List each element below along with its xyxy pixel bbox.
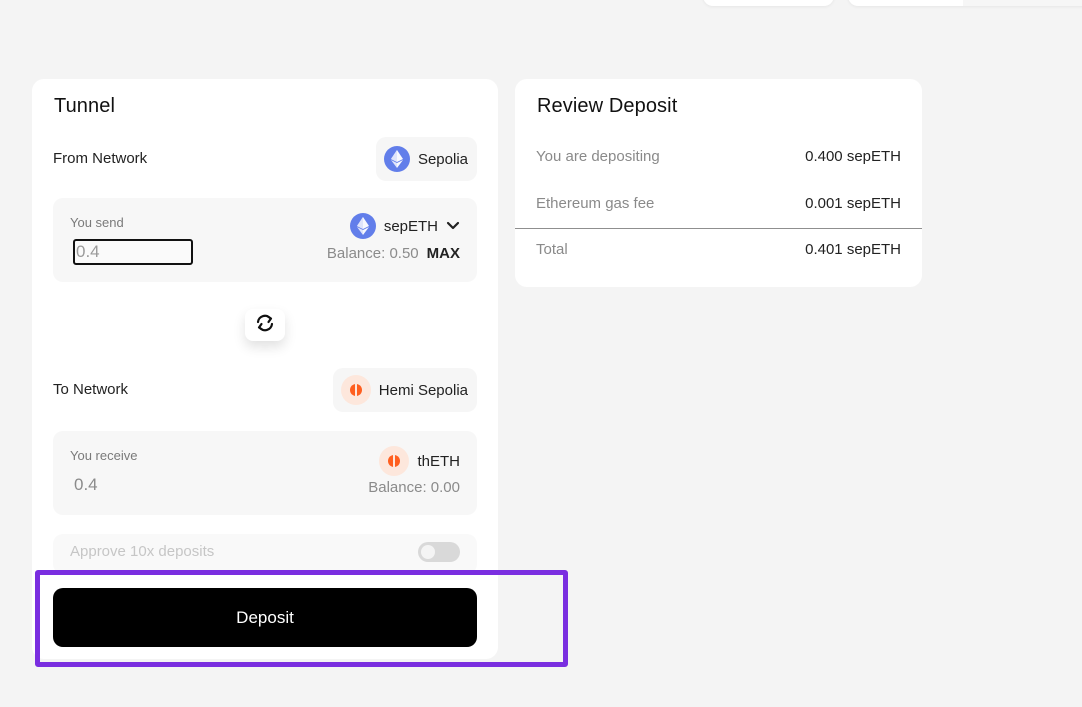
top-nav-pill-secondary[interactable]	[848, 0, 1082, 6]
from-network-name: Sepolia	[417, 150, 468, 168]
review-row-value: 0.001 sepETH	[805, 195, 901, 212]
receive-token-name: thETH	[417, 452, 460, 470]
approve-deposits-toggle[interactable]	[418, 542, 460, 562]
review-row-gas-fee: Ethereum gas fee 0.001 sepETH	[536, 195, 901, 212]
max-button[interactable]: MAX	[427, 245, 460, 262]
review-row-label: Ethereum gas fee	[536, 195, 655, 212]
send-balance: Balance: 0.50	[326, 245, 419, 262]
tunnel-card: Tunnel From Network Sepolia You send 0.4…	[32, 79, 498, 659]
review-row-depositing: You are depositing 0.400 sepETH	[536, 148, 901, 165]
swap-networks-button[interactable]	[245, 309, 285, 341]
receive-balance: Balance: 0.00	[368, 479, 460, 496]
tunnel-title: Tunnel	[54, 95, 116, 117]
review-row-label: Total	[536, 241, 568, 258]
receive-box: You receive 0.4 thETH Balance: 0.00	[53, 431, 477, 515]
top-nav-pill[interactable]	[703, 0, 834, 6]
review-row-value: 0.400 sepETH	[805, 148, 901, 165]
page: Tunnel From Network Sepolia You send 0.4…	[0, 0, 1082, 707]
review-row-value: 0.401 sepETH	[805, 241, 901, 258]
review-row-total: Total 0.401 sepETH	[536, 241, 901, 258]
from-network-label: From Network	[53, 150, 148, 167]
to-network-selector[interactable]: Hemi Sepolia	[332, 368, 477, 412]
hemi-icon	[379, 446, 410, 476]
hemi-icon	[340, 375, 371, 405]
review-title: Review Deposit	[537, 95, 678, 117]
ethereum-icon	[383, 146, 410, 172]
send-amount-input[interactable]	[73, 239, 193, 265]
receive-amount: 0.4	[74, 475, 98, 494]
approve-deposits-row: Approve 10x deposits	[53, 534, 477, 574]
from-network-selector[interactable]: Sepolia	[375, 137, 477, 181]
to-network-label: To Network	[53, 381, 129, 398]
review-row-label: You are depositing	[536, 148, 660, 165]
send-label: You send	[70, 215, 124, 230]
deposit-button[interactable]: Deposit	[53, 588, 477, 647]
send-token-selector[interactable]: sepETH	[349, 213, 460, 239]
ethereum-icon	[349, 213, 376, 239]
approve-deposits-label: Approve 10x deposits	[70, 543, 215, 560]
to-network-name: Hemi Sepolia	[378, 381, 468, 399]
receive-token: thETH	[379, 446, 460, 476]
divider	[515, 228, 922, 229]
swap-arrows-icon	[254, 313, 276, 338]
send-token-name: sepETH	[383, 217, 438, 235]
send-balance-row: Balance: 0.50 MAX	[327, 245, 460, 262]
receive-label: You receive	[70, 448, 138, 463]
chevron-down-icon	[446, 218, 460, 235]
review-deposit-card: Review Deposit You are depositing 0.400 …	[515, 79, 922, 287]
send-box: You send sepETH Balance: 0.50	[53, 198, 477, 282]
